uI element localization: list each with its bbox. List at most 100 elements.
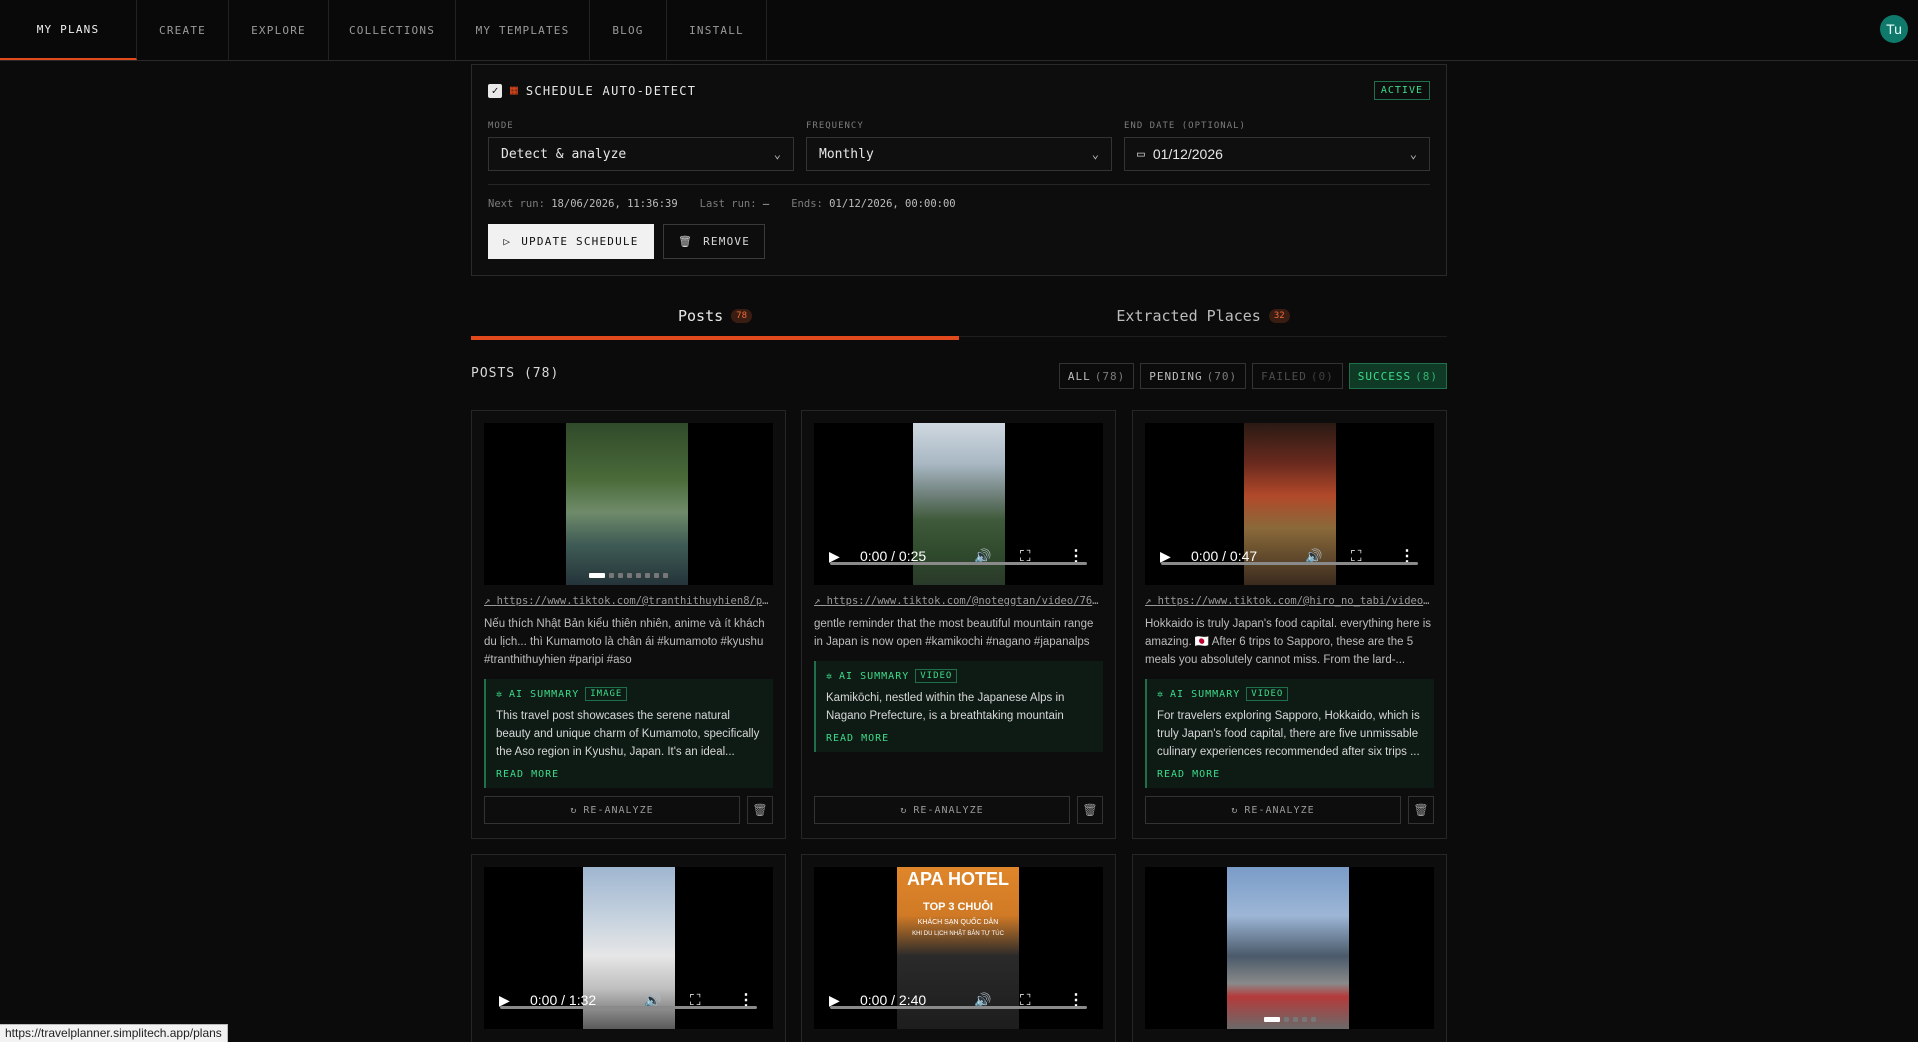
nav-tab-create[interactable]: CREATE bbox=[137, 0, 229, 60]
filter-success-count: (8) bbox=[1415, 369, 1438, 383]
frequency-select[interactable]: Monthly ⌄ bbox=[806, 137, 1112, 171]
carousel-dot[interactable] bbox=[1263, 1017, 1280, 1022]
ends-label: Ends: bbox=[791, 198, 823, 210]
carousel-dot[interactable] bbox=[645, 573, 650, 578]
trash-icon: 🗑 bbox=[677, 235, 694, 248]
carousel-dot[interactable] bbox=[1310, 1017, 1316, 1022]
carousel-dot[interactable] bbox=[636, 573, 641, 578]
video-progress-bar[interactable] bbox=[1161, 562, 1418, 565]
carousel-dot[interactable] bbox=[1283, 1017, 1289, 1022]
video-progress-bar[interactable] bbox=[500, 1006, 757, 1009]
post-video[interactable]: ▶ 0:00 / 0:25 🔊 ⛶ ⋮ bbox=[814, 423, 1103, 585]
thumbnail-text: KHI DU LỊCH NHẬT BẢN TỰ TÚC bbox=[912, 931, 1004, 937]
filter-failed-label: FAILED bbox=[1261, 369, 1307, 383]
re-analyze-label: RE-ANALYZE bbox=[583, 804, 654, 816]
tab-places-count: 32 bbox=[1268, 309, 1290, 323]
end-date-value: 01/12/2026 bbox=[1152, 146, 1223, 162]
post-image-carousel[interactable] bbox=[1145, 867, 1434, 1029]
nav-tab-blog[interactable]: BLOG bbox=[590, 0, 667, 60]
nav-tab-my-templates[interactable]: MY TEMPLATES bbox=[456, 0, 590, 60]
ai-summary: ✲ AI SUMMARY VIDEO For travelers exploring… bbox=[1145, 679, 1434, 788]
last-run-label: Last run: bbox=[699, 198, 757, 210]
carousel-dot[interactable] bbox=[654, 573, 659, 578]
post-thumbnail bbox=[1227, 867, 1349, 1029]
external-link-icon: ↗ bbox=[484, 595, 497, 607]
avatar[interactable]: Tu bbox=[1880, 15, 1908, 43]
ai-summary: ✲ AI SUMMARY VIDEO Kamikōchi, nestled with… bbox=[814, 661, 1103, 752]
post-image-carousel[interactable] bbox=[484, 423, 773, 585]
filter-pending-label: PENDING bbox=[1149, 369, 1203, 383]
play-icon: ▷ bbox=[503, 235, 512, 248]
carousel-dot[interactable] bbox=[1292, 1017, 1298, 1022]
frequency-label: FREQUENCY bbox=[806, 121, 864, 131]
post-card bbox=[1132, 854, 1447, 1042]
nav-tab-my-plans[interactable]: MY PLANS bbox=[0, 0, 137, 60]
delete-button[interactable]: 🗑 bbox=[1077, 796, 1103, 824]
mode-value: Detect & analyze bbox=[501, 146, 627, 162]
carousel-dot[interactable] bbox=[663, 573, 668, 578]
post-link[interactable]: ↗ https://www.tiktok.com/@noteggtan/vide… bbox=[814, 595, 1104, 607]
re-analyze-label: RE-ANALYZE bbox=[913, 804, 984, 816]
filter-failed[interactable]: FAILED (0) bbox=[1252, 363, 1343, 389]
nav-tab-install[interactable]: INSTALL bbox=[667, 0, 767, 60]
post-card: ▶ 0:00 / 1:32 🔊 ⛶ ⋮ bbox=[471, 854, 786, 1042]
read-more-link[interactable]: READ MORE bbox=[1157, 769, 1424, 780]
post-video[interactable]: APA HOTEL TOP 3 CHUỖI KHÁCH SẠN QUỐC DÂN… bbox=[814, 867, 1103, 1029]
thumbnail-text: APA HOTEL bbox=[907, 869, 1009, 889]
end-date-field: END DATE (OPTIONAL) ▭ 01/12/2026 ⌄ bbox=[1124, 121, 1430, 171]
post-caption: Hokkaido is truly Japan's food capital. … bbox=[1145, 618, 1432, 666]
carousel-dot[interactable] bbox=[618, 573, 623, 578]
carousel-dot[interactable] bbox=[627, 573, 632, 578]
post-link[interactable]: ↗ https://www.tiktok.com/@hiro_no_tabi/v… bbox=[1145, 595, 1435, 607]
re-analyze-button[interactable]: ↻ RE-ANALYZE bbox=[814, 796, 1070, 824]
post-caption: gentle reminder that the most beautiful … bbox=[814, 618, 1094, 648]
refresh-icon: ↻ bbox=[1231, 804, 1239, 816]
filter-success[interactable]: SUCCESS (8) bbox=[1348, 363, 1447, 389]
filter-pending-count: (70) bbox=[1206, 369, 1238, 383]
remove-button[interactable]: 🗑 REMOVE bbox=[663, 224, 765, 259]
filter-pending[interactable]: PENDING (70) bbox=[1140, 363, 1247, 389]
tab-posts[interactable]: Posts 78 bbox=[471, 296, 959, 340]
carousel-dots[interactable] bbox=[484, 573, 773, 578]
frequency-field: FREQUENCY Monthly ⌄ bbox=[806, 121, 1112, 171]
video-progress-bar[interactable] bbox=[830, 1006, 1087, 1009]
post-link-text: https://www.tiktok.com/@hiro_no_tabi/vid… bbox=[1157, 595, 1435, 607]
post-link[interactable]: ↗ https://www.tiktok.com/@tranthithuyhie… bbox=[484, 595, 774, 607]
filter-all[interactable]: ALL (78) bbox=[1058, 363, 1135, 389]
ai-summary-text: This travel post showcases the serene na… bbox=[496, 710, 760, 758]
mode-select[interactable]: Detect & analyze ⌄ bbox=[488, 137, 794, 171]
schedule-checkbox[interactable]: ✓ bbox=[488, 83, 502, 98]
filter-success-label: SUCCESS bbox=[1357, 369, 1412, 383]
post-video[interactable]: ▶ 0:00 / 1:32 🔊 ⛶ ⋮ bbox=[484, 867, 773, 1029]
post-thumbnail bbox=[566, 423, 688, 585]
next-run-label: Next run: bbox=[488, 198, 545, 210]
chevron-down-icon: ⌄ bbox=[773, 147, 781, 161]
video-controls: ▶ 0:00 / 0:25 🔊 ⛶ ⋮ bbox=[814, 541, 1103, 571]
tab-posts-count: 78 bbox=[731, 309, 752, 323]
ends-value: 01/12/2026, 00:00:00 bbox=[829, 198, 956, 210]
tab-extracted-places[interactable]: Extracted Places 32 bbox=[959, 296, 1447, 337]
re-analyze-button[interactable]: ↻ RE-ANALYZE bbox=[484, 796, 740, 824]
carousel-dot[interactable] bbox=[609, 573, 614, 578]
post-card: ▶ 0:00 / 0:25 🔊 ⛶ ⋮ ↗ https://www.tiktok… bbox=[801, 410, 1116, 839]
read-more-link[interactable]: READ MORE bbox=[496, 769, 763, 780]
nav-tab-collections[interactable]: COLLECTIONS bbox=[329, 0, 456, 60]
ai-summary: ✲ AI SUMMARY IMAGE This travel post showca… bbox=[484, 679, 773, 788]
carousel-dot[interactable] bbox=[1301, 1017, 1307, 1022]
carousel-dots[interactable] bbox=[1145, 1017, 1434, 1022]
carousel-dot[interactable] bbox=[589, 573, 605, 578]
update-schedule-button[interactable]: ▷ UPDATE SCHEDULE bbox=[488, 224, 654, 259]
trash-icon: 🗑 bbox=[1082, 803, 1098, 817]
read-more-link[interactable]: READ MORE bbox=[826, 733, 1093, 744]
video-progress-bar[interactable] bbox=[830, 562, 1087, 565]
end-date-label: END DATE (OPTIONAL) bbox=[1124, 121, 1246, 131]
schedule-title: SCHEDULE AUTO-DETECT bbox=[525, 83, 697, 98]
re-analyze-button[interactable]: ↻ RE-ANALYZE bbox=[1145, 796, 1401, 824]
post-card: ▶ 0:00 / 0:47 🔊 ⛶ ⋮ ↗ https://www.tiktok… bbox=[1132, 410, 1447, 839]
nav-tab-explore[interactable]: EXPLORE bbox=[229, 0, 329, 60]
delete-button[interactable]: 🗑 bbox=[1408, 796, 1434, 824]
delete-button[interactable]: 🗑 bbox=[747, 796, 773, 824]
post-video[interactable]: ▶ 0:00 / 0:47 🔊 ⛶ ⋮ bbox=[1145, 423, 1434, 585]
trash-icon: 🗑 bbox=[752, 803, 768, 817]
end-date-input[interactable]: ▭ 01/12/2026 ⌄ bbox=[1124, 137, 1430, 171]
